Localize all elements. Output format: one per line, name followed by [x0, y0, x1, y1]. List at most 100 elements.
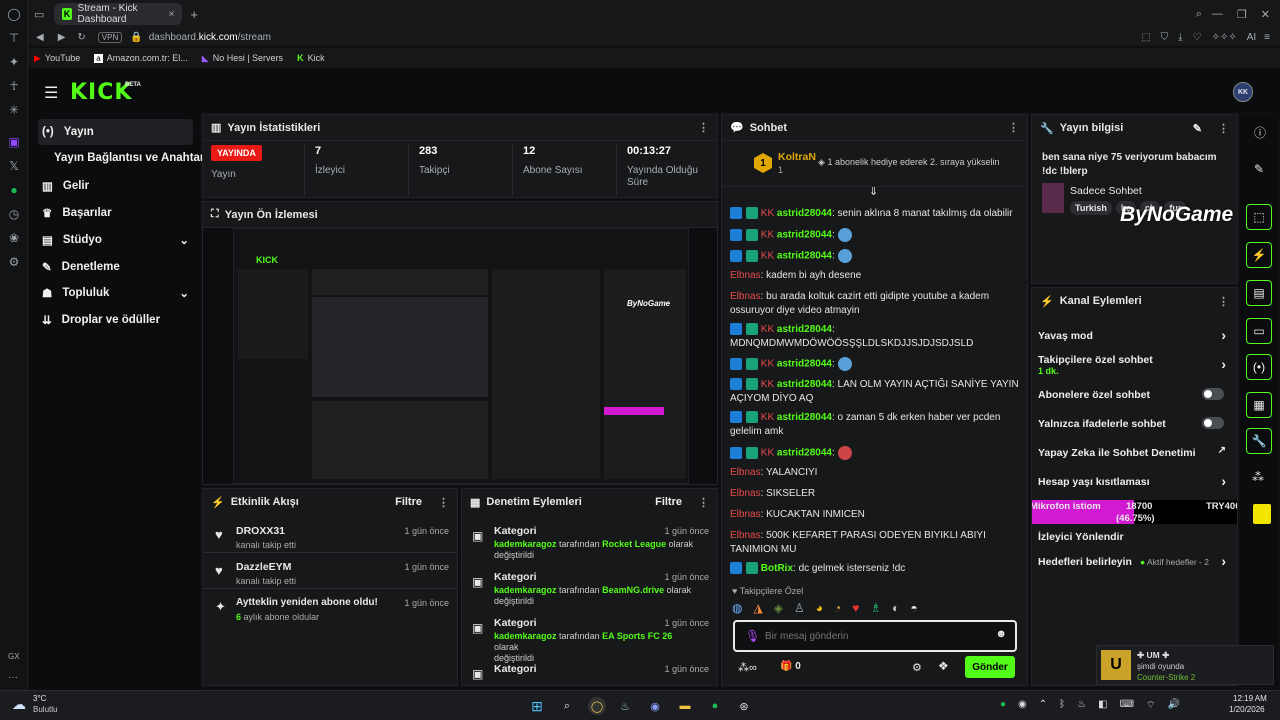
- discord-icon[interactable]: ◉: [646, 697, 664, 715]
- heart-icon[interactable]: ♡: [1193, 32, 1202, 43]
- emote-only-toggle[interactable]: [1202, 417, 1224, 429]
- bot-icon[interactable]: ❖: [938, 659, 949, 673]
- chat-username[interactable]: Elbnas: [730, 530, 761, 541]
- emote-icon[interactable]: ◈: [774, 601, 783, 617]
- quick-action-5[interactable]: (•): [1246, 354, 1272, 380]
- points-icon[interactable]: ⁂∞: [738, 661, 757, 674]
- twitch-icon[interactable]: ▣: [0, 130, 28, 154]
- bookmark-youtube[interactable]: ▶ YouTube: [34, 53, 80, 64]
- category-name[interactable]: Sadece Sohbet: [1070, 185, 1142, 197]
- quick-action-2[interactable]: ⚡: [1246, 242, 1272, 268]
- chat-username[interactable]: astrid28044: [777, 359, 832, 370]
- ai-button[interactable]: AI: [1247, 32, 1256, 43]
- hamburger-menu-icon[interactable]: ☰: [44, 83, 58, 103]
- mod-game[interactable]: BeamNG.drive: [602, 585, 664, 595]
- kick-logo[interactable]: KICK: [70, 80, 132, 105]
- spotify-icon[interactable]: ●: [0, 178, 28, 202]
- tab-menu-icon[interactable]: ▭: [34, 8, 44, 21]
- more-options-icon[interactable]: ⋮: [1008, 121, 1019, 134]
- chat-username[interactable]: astrid28044: [777, 448, 832, 459]
- minimize-icon[interactable]: —: [1212, 8, 1223, 20]
- chat-username[interactable]: BotRix: [761, 563, 793, 574]
- chat-username[interactable]: Elbnas: [730, 270, 761, 281]
- account-age-row[interactable]: Hesap yaşı kısıtlaması ›: [1038, 473, 1234, 489]
- mod-game[interactable]: Rocket League: [602, 539, 666, 549]
- bluetooth-icon[interactable]: ᛒ: [1059, 699, 1065, 712]
- forward-icon[interactable]: ▶: [58, 32, 66, 43]
- nav-item-community[interactable]: ☗ Topluluk ⌄: [38, 280, 193, 306]
- mod-user[interactable]: kademkaragoz: [494, 631, 557, 641]
- tab-close-icon[interactable]: ×: [169, 9, 175, 20]
- history-icon[interactable]: ◷: [0, 202, 28, 226]
- chat-input[interactable]: [765, 627, 975, 645]
- chat-username[interactable]: astrid28044: [777, 324, 832, 335]
- app-icon[interactable]: ☥: [0, 74, 28, 98]
- spotify-tray-icon[interactable]: ●: [1000, 699, 1006, 712]
- more-icon[interactable]: ···: [8, 672, 18, 683]
- more-options-icon[interactable]: ⋮: [438, 496, 449, 509]
- filter-button[interactable]: Filtre: [655, 496, 682, 508]
- emoji-icon[interactable]: ☻: [995, 628, 1007, 640]
- screenshot-icon[interactable]: ⬚: [1141, 32, 1150, 43]
- shield-icon[interactable]: ⛉: [1161, 32, 1169, 43]
- maximize-icon[interactable]: ❐: [1237, 8, 1247, 21]
- close-window-icon[interactable]: ✕: [1261, 8, 1270, 21]
- chat-username[interactable]: astrid28044: [777, 230, 832, 241]
- chat-username[interactable]: Elbnas: [730, 467, 761, 478]
- steam-icon[interactable]: ♨: [616, 697, 634, 715]
- scroll-indicator-icon[interactable]: ⇓: [869, 185, 878, 198]
- more-options-icon[interactable]: ⋮: [1218, 295, 1229, 308]
- bookmark-amazon[interactable]: a Amazon.com.tr: El...: [94, 53, 188, 63]
- chat-username[interactable]: Elbnas: [730, 488, 761, 499]
- emote-icon[interactable]: ◔: [834, 601, 841, 617]
- chat-username[interactable]: astrid28044: [777, 379, 832, 390]
- send-button[interactable]: Gönder: [965, 656, 1015, 678]
- search-icon[interactable]: ⌕: [1196, 8, 1202, 21]
- star-app-icon[interactable]: ✳: [0, 98, 28, 122]
- category-thumbnail[interactable]: [1042, 183, 1064, 213]
- app-icon[interactable]: ⊛: [735, 697, 753, 715]
- mod-game[interactable]: EA Sports FC 26: [602, 631, 672, 641]
- quick-action-7[interactable]: 🔧: [1246, 428, 1272, 454]
- edit-icon[interactable]: ✎: [1193, 122, 1202, 135]
- filter-button[interactable]: Filtre: [395, 496, 422, 508]
- steam-tray-icon[interactable]: ♨: [1077, 699, 1086, 712]
- emote-icon[interactable]: ◍: [732, 601, 742, 617]
- chat-username[interactable]: Elbnas: [730, 291, 761, 302]
- download-icon[interactable]: ⤓: [1178, 32, 1182, 43]
- weather-icon[interactable]: ☁: [12, 696, 26, 713]
- quick-action-6[interactable]: ▦: [1246, 392, 1272, 418]
- avatar[interactable]: KK: [1233, 82, 1253, 102]
- bookmark-kick[interactable]: K Kick: [297, 53, 325, 63]
- more-options-icon[interactable]: ⋮: [1218, 122, 1229, 135]
- app-tray-icon[interactable]: ◧: [1098, 699, 1107, 712]
- extension-icon[interactable]: ❀: [0, 226, 28, 250]
- chat-settings-icon[interactable]: ⚙: [912, 661, 922, 674]
- microphone-icon[interactable]: 🎙: [745, 629, 760, 643]
- nav-item-moderation[interactable]: ✎ Denetleme: [38, 254, 193, 280]
- followers-only-row[interactable]: Takipçilere özel sohbet 1 dk. ›: [1038, 354, 1234, 376]
- share-icon[interactable]: ⁂: [1252, 470, 1264, 484]
- emote-icon[interactable]: ◐: [892, 601, 899, 617]
- opera-gx-icon[interactable]: ◯: [588, 697, 606, 715]
- discord-tray-icon[interactable]: ◉: [1018, 699, 1027, 712]
- mod-user[interactable]: kademkaragoz: [494, 585, 557, 595]
- volume-icon[interactable]: 🔊: [1167, 699, 1179, 712]
- tab-kick-dashboard[interactable]: K Stream - Kick Dashboard ×: [54, 3, 183, 25]
- start-icon[interactable]: ⊞: [528, 697, 546, 715]
- quick-action-1[interactable]: ⬚: [1246, 204, 1272, 230]
- more-options-icon[interactable]: ⋮: [698, 496, 709, 509]
- nav-item-achievements[interactable]: ♛ Başarılar: [38, 200, 193, 226]
- compass-icon[interactable]: ✦: [0, 50, 28, 74]
- nav-item-studio[interactable]: ▤ Stüdyo ⌄: [38, 227, 193, 253]
- pinned-user[interactable]: KoltraN: [778, 151, 816, 163]
- search-icon[interactable]: ⌕: [558, 697, 576, 715]
- emote-icon[interactable]: ◕: [816, 601, 823, 617]
- reload-icon[interactable]: ↻: [77, 32, 85, 43]
- extensions-icon[interactable]: ✧✧✧: [1212, 32, 1237, 43]
- settings-icon[interactable]: ⚙: [0, 250, 28, 274]
- emote-icon[interactable]: ♥: [852, 601, 859, 617]
- opera-icon[interactable]: ◯: [0, 2, 28, 26]
- goals-row[interactable]: Hedefleri belirleyin ● Aktif hedefler - 2…: [1038, 553, 1234, 569]
- mod-user[interactable]: kademkaragoz: [494, 539, 557, 549]
